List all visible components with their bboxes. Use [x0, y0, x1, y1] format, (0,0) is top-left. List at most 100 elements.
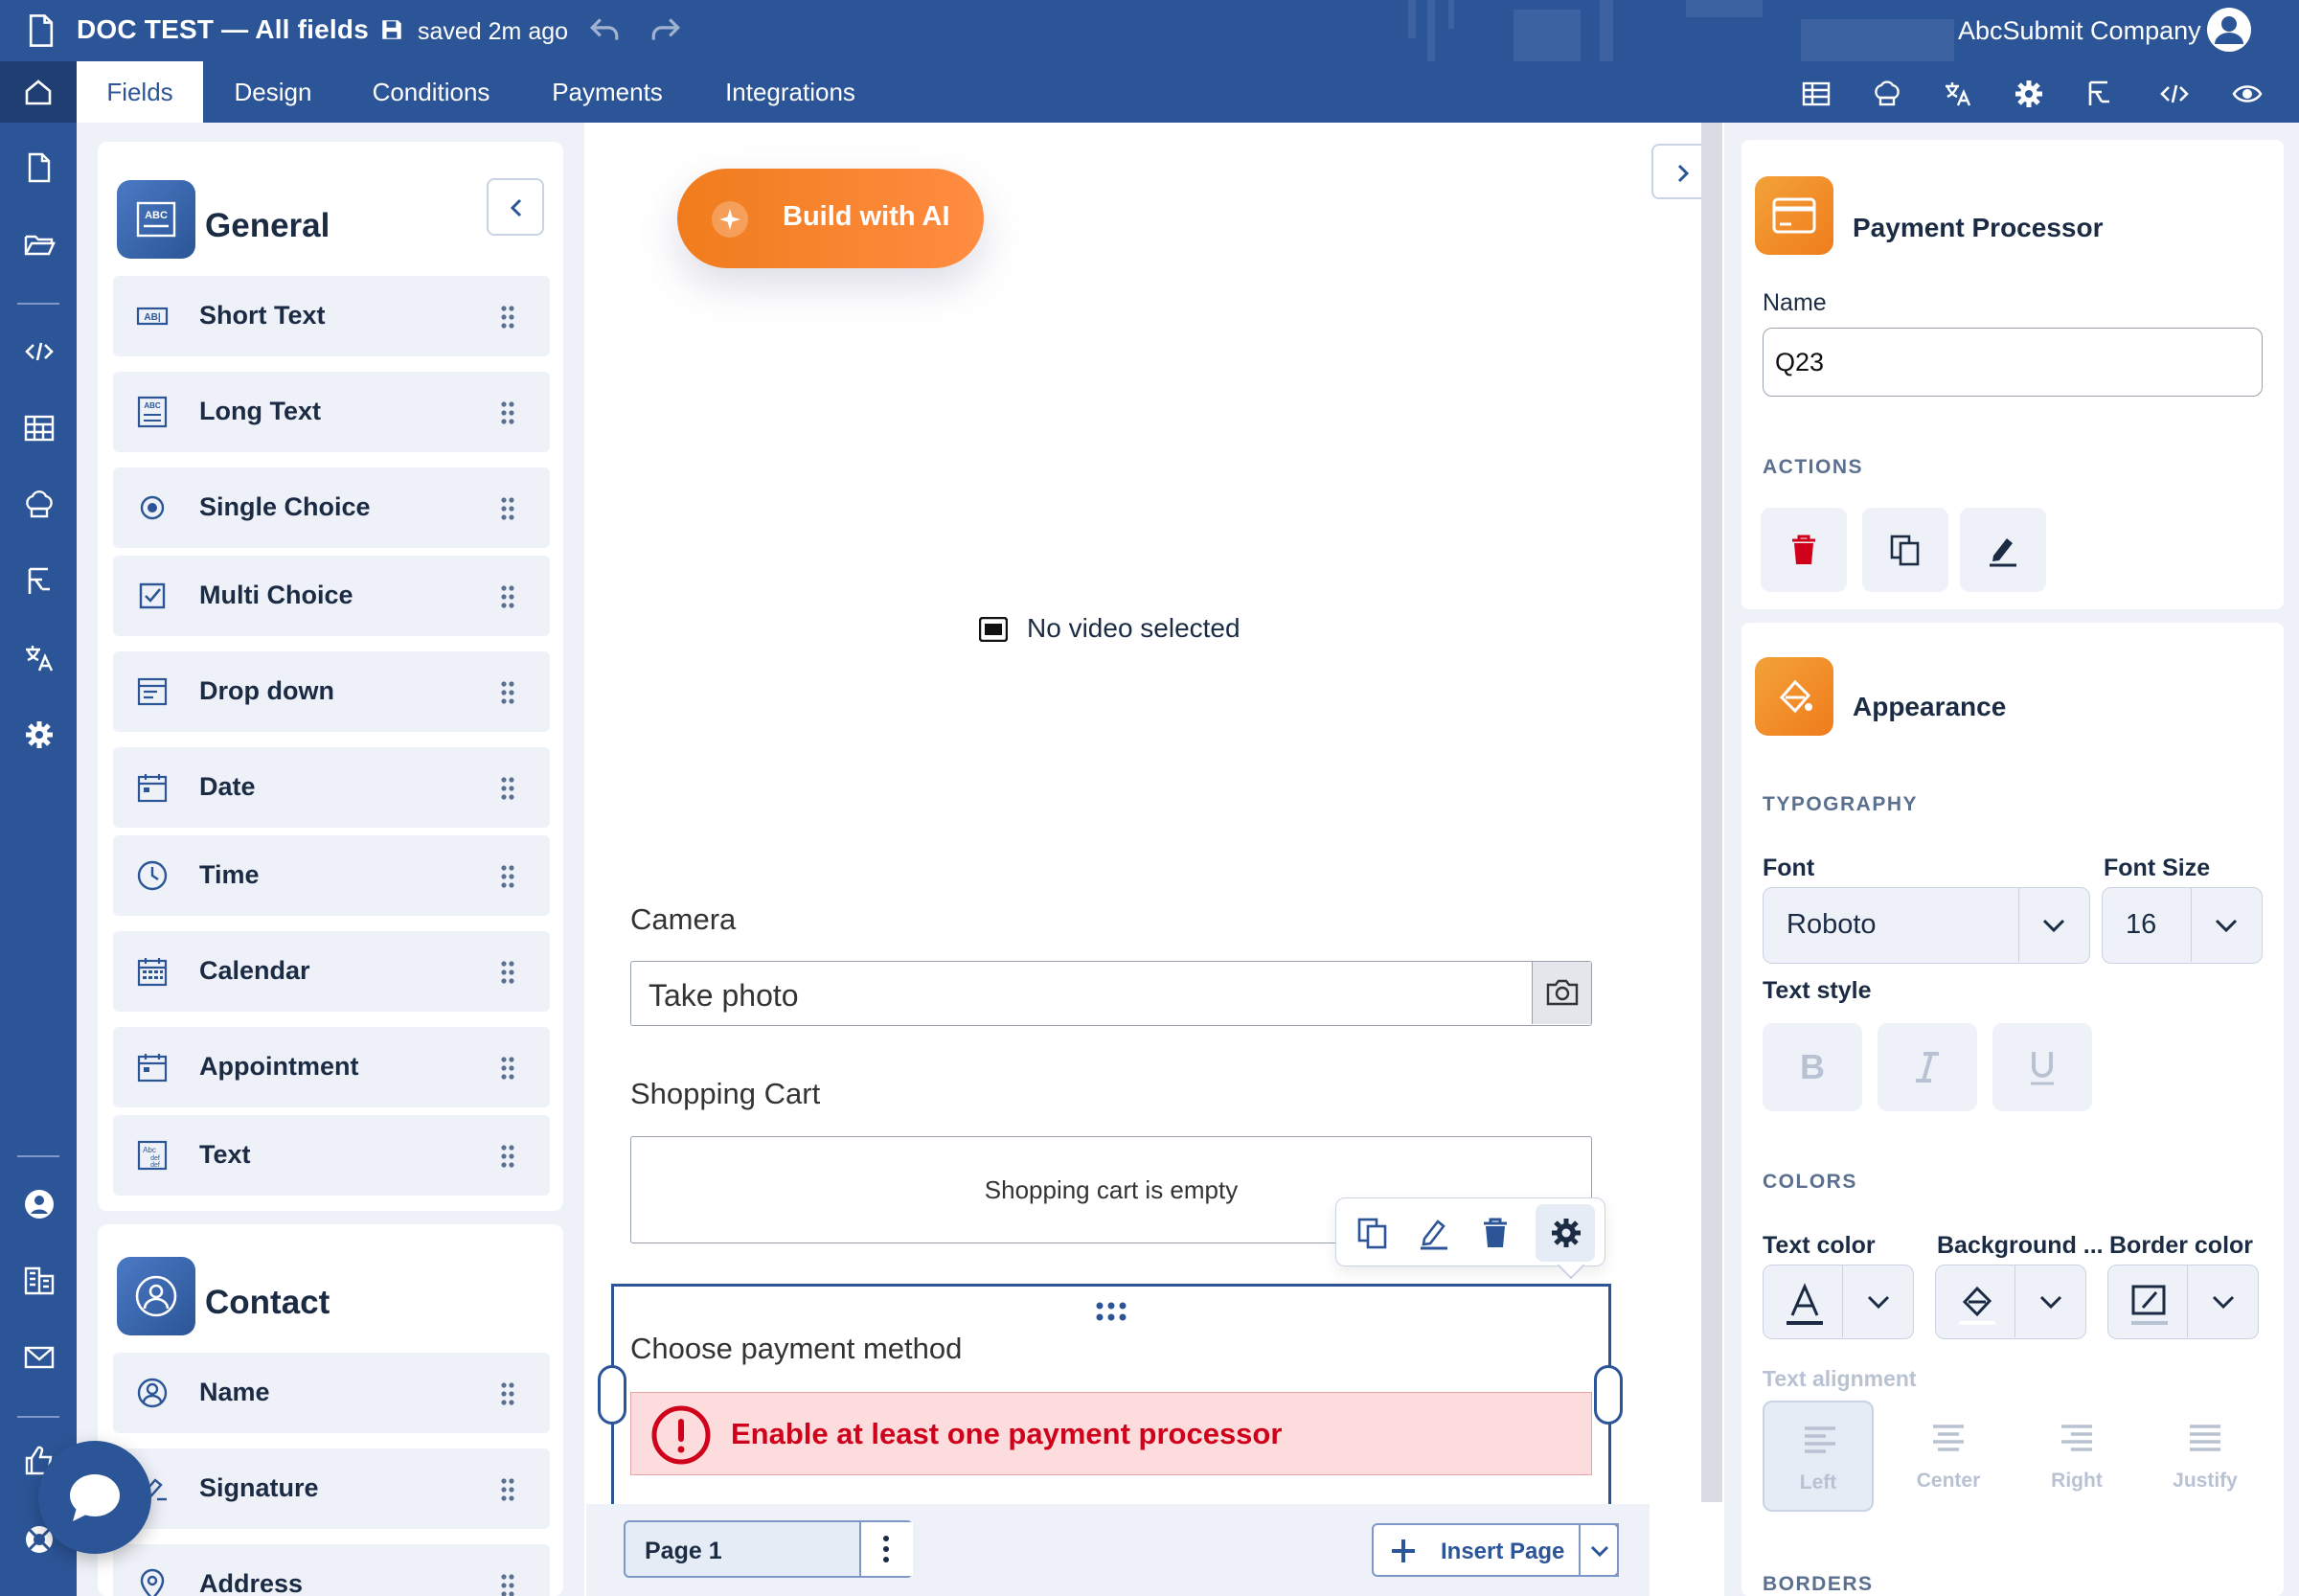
tab-conditions[interactable]: Conditions: [354, 61, 508, 123]
company-name[interactable]: AbcSubmit Company: [1958, 16, 2201, 46]
drag-handle-icon[interactable]: [500, 960, 515, 985]
background-color-select[interactable]: [1935, 1265, 2086, 1339]
toolbar-pointer: [1558, 1265, 1584, 1280]
delete-button[interactable]: [1761, 508, 1847, 592]
field-item-drop-down[interactable]: Drop down: [113, 651, 550, 732]
collapse-palette-button[interactable]: [487, 178, 544, 236]
undo-icon[interactable]: [588, 15, 621, 44]
resize-handle-left[interactable]: [598, 1365, 626, 1425]
name-field[interactable]: Q23: [1763, 328, 2263, 397]
align-justify-button[interactable]: Justify: [2150, 1401, 2261, 1512]
font-size-select-caret[interactable]: [2191, 888, 2262, 962]
field-item-appointment[interactable]: Appointment: [113, 1027, 550, 1107]
underline-button[interactable]: [1992, 1023, 2092, 1111]
align-center-button[interactable]: Center: [1893, 1401, 2004, 1512]
field-item-label: Text: [199, 1140, 251, 1169]
drag-handle-icon[interactable]: [500, 305, 515, 330]
drag-handle-icon[interactable]: [500, 584, 515, 609]
expand-panel-button[interactable]: [1651, 144, 1707, 199]
copy-icon[interactable]: [1355, 1216, 1390, 1250]
drag-handle-icon[interactable]: [500, 400, 515, 425]
drag-handle-icon[interactable]: [500, 1381, 515, 1406]
translate-icon[interactable]: [23, 642, 56, 674]
drag-handle-icon[interactable]: [500, 776, 515, 801]
table-icon[interactable]: [1801, 79, 1832, 109]
field-item-signature[interactable]: Signature: [113, 1448, 550, 1529]
text-color-caret[interactable]: [1842, 1265, 1913, 1337]
chat-button[interactable]: [38, 1441, 151, 1554]
page-tab[interactable]: Page 1: [624, 1520, 913, 1578]
field-item-time[interactable]: Time: [113, 835, 550, 916]
folder-open-icon[interactable]: [23, 228, 56, 261]
drag-handle-icon[interactable]: [500, 496, 515, 521]
borders-section-label: BORDERS: [1763, 1573, 1874, 1595]
italic-button[interactable]: [1878, 1023, 1977, 1111]
home-button[interactable]: [0, 61, 77, 123]
building-icon[interactable]: [23, 1265, 56, 1297]
document-icon[interactable]: [23, 151, 56, 184]
redo-icon[interactable]: [649, 15, 682, 44]
camera-button[interactable]: [1532, 962, 1591, 1024]
user-circle-icon[interactable]: [23, 1188, 56, 1220]
border-color-caret[interactable]: [2187, 1265, 2258, 1337]
resize-handle-right[interactable]: [1594, 1365, 1623, 1425]
code-icon[interactable]: [23, 335, 56, 368]
camera-field[interactable]: Take photo: [630, 961, 1592, 1026]
align-left-button[interactable]: Left: [1763, 1401, 1874, 1512]
gear-icon[interactable]: [1549, 1216, 1583, 1250]
font-select-caret[interactable]: [2018, 888, 2089, 962]
canvas-scrollbar[interactable]: [1701, 123, 1722, 1502]
form-title[interactable]: DOC TEST — All fields: [77, 14, 369, 45]
field-item-date[interactable]: Date: [113, 747, 550, 828]
field-item-single-choice[interactable]: Single Choice: [113, 467, 550, 548]
tab-payments[interactable]: Payments: [536, 61, 678, 123]
gear-icon[interactable]: [23, 718, 56, 751]
border-color-select[interactable]: [2107, 1265, 2259, 1339]
field-item-name[interactable]: Name: [113, 1353, 550, 1433]
duplicate-button[interactable]: [1862, 508, 1948, 592]
drag-handle-icon[interactable]: [500, 1477, 515, 1502]
edit-button[interactable]: [1960, 508, 2046, 592]
insert-page-dropdown[interactable]: [1579, 1523, 1619, 1577]
field-item-short-text[interactable]: AB| Short Text: [113, 276, 550, 356]
mail-icon[interactable]: [23, 1341, 56, 1374]
field-item-text[interactable]: Abc def def Text: [113, 1115, 550, 1196]
drag-handle-icon[interactable]: [500, 680, 515, 705]
drag-handle-icon[interactable]: [500, 864, 515, 889]
flow-icon[interactable]: [23, 565, 56, 598]
tab-design[interactable]: Design: [213, 61, 333, 123]
drag-handle-icon[interactable]: [500, 1573, 515, 1596]
text-color-select[interactable]: [1763, 1265, 1914, 1339]
field-item-long-text[interactable]: ABC Long Text: [113, 372, 550, 452]
edit-icon[interactable]: [1417, 1216, 1451, 1250]
code-icon[interactable]: [2159, 79, 2190, 109]
background-color-caret[interactable]: [2014, 1265, 2085, 1337]
chef-hat-icon[interactable]: [23, 489, 56, 521]
table-icon[interactable]: [23, 412, 56, 445]
trash-icon[interactable]: [1478, 1216, 1513, 1250]
drag-handle-icon[interactable]: [500, 1056, 515, 1081]
video-icon: [979, 617, 1008, 642]
name-value: Q23: [1775, 348, 1825, 376]
page-menu-button[interactable]: [859, 1522, 913, 1576]
user-avatar-icon[interactable]: [2205, 6, 2253, 54]
field-item-multi-choice[interactable]: Multi Choice: [113, 556, 550, 636]
font-size-select[interactable]: 16: [2102, 887, 2263, 964]
font-label: Font: [1763, 855, 1815, 881]
chef-hat-icon[interactable]: [1872, 79, 1902, 109]
font-select[interactable]: Roboto: [1763, 887, 2090, 964]
bold-button[interactable]: B: [1763, 1023, 1862, 1111]
field-item-calendar[interactable]: Calendar: [113, 931, 550, 1012]
drag-handle-icon[interactable]: [1094, 1301, 1128, 1322]
build-with-ai-button[interactable]: Build with AI: [677, 169, 984, 268]
translate-icon[interactable]: [1943, 79, 1973, 109]
flow-icon[interactable]: [2084, 79, 2115, 109]
align-right-button[interactable]: Right: [2021, 1401, 2132, 1512]
tab-fields[interactable]: Fields: [77, 61, 203, 123]
tab-integrations[interactable]: Integrations: [709, 61, 872, 123]
gear-icon[interactable]: [2014, 79, 2044, 109]
field-item-address[interactable]: Address: [113, 1544, 550, 1596]
short-text-icon: AB|: [136, 307, 169, 326]
drag-handle-icon[interactable]: [500, 1144, 515, 1169]
eye-icon[interactable]: [2232, 79, 2263, 109]
